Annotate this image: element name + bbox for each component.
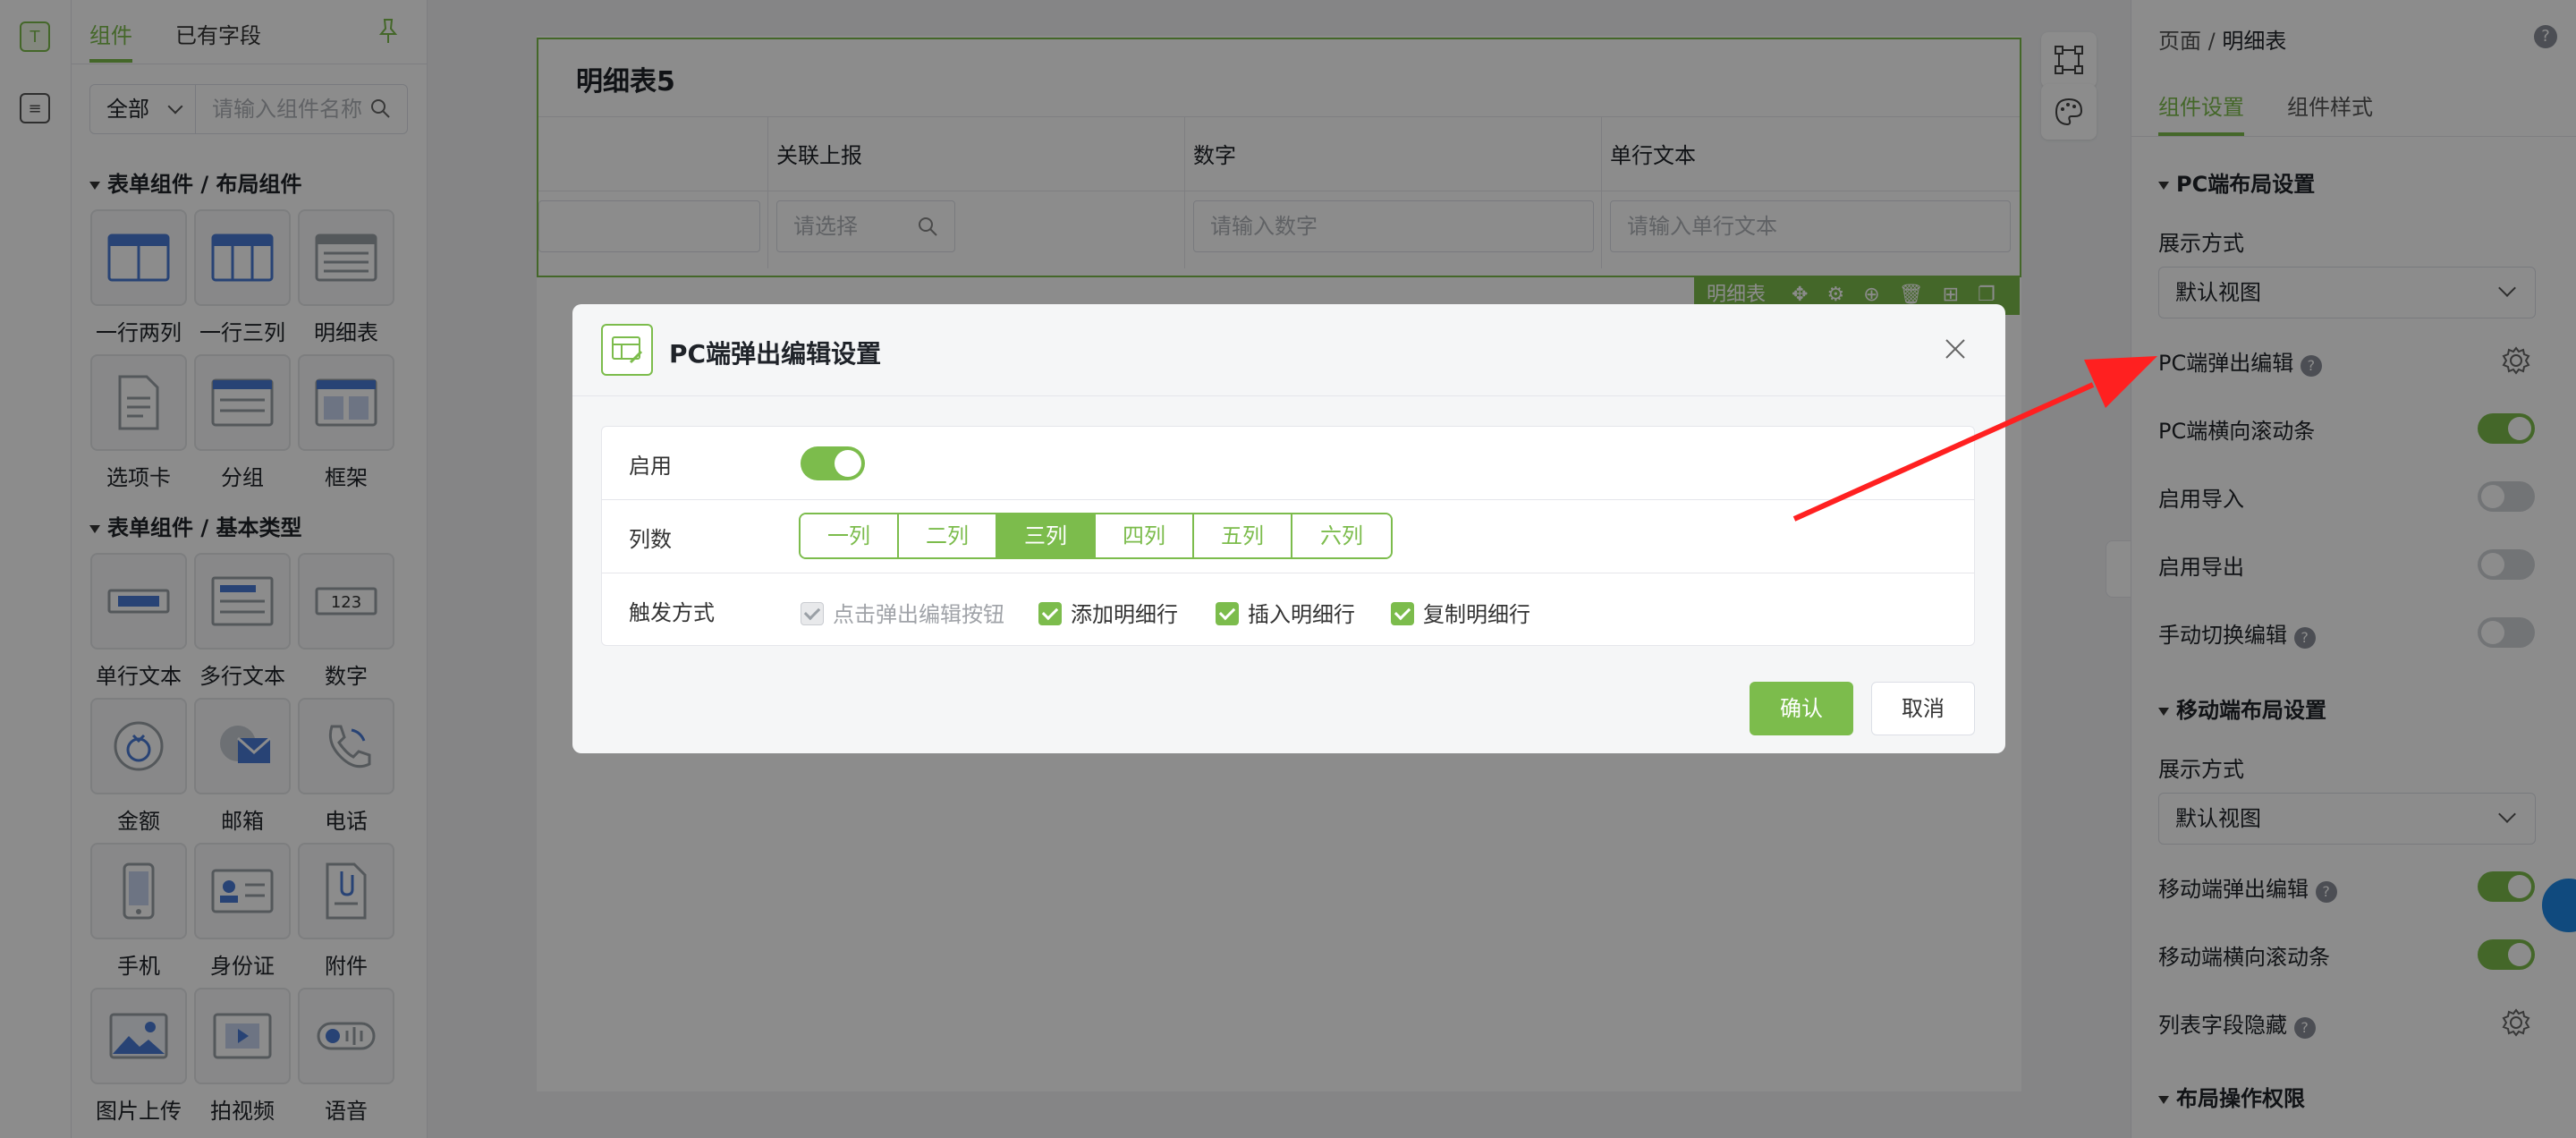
checkbox-checked-icon xyxy=(1038,602,1062,625)
close-icon[interactable] xyxy=(1943,336,1968,361)
table-edit-icon xyxy=(612,336,643,364)
trigger-label: 触发方式 xyxy=(629,600,715,625)
cancel-button[interactable]: 取消 xyxy=(1871,682,1975,735)
column-option-5[interactable]: 五列 xyxy=(1194,514,1292,557)
columns-label: 列数 xyxy=(629,527,672,552)
trigger-insert-row-checkbox[interactable]: 插入明细行 xyxy=(1216,597,1355,628)
enable-toggle[interactable] xyxy=(801,446,865,480)
dialog-form: 启用 列数 一列 二列 三列 四列 五列 六列 触发方式 点击弹出编辑按钮 添加… xyxy=(601,426,1975,646)
column-option-3[interactable]: 三列 xyxy=(997,514,1096,557)
dialog-header-icon xyxy=(601,324,653,376)
column-option-2[interactable]: 二列 xyxy=(899,514,997,557)
dialog-divider xyxy=(572,395,2005,396)
pc-popup-edit-dialog: PC端弹出编辑设置 启用 列数 一列 二列 三列 四列 五列 六列 触发方式 点… xyxy=(572,304,2005,753)
columns-segmented-control: 一列 二列 三列 四列 五列 六列 xyxy=(799,513,1393,559)
trigger-click-button-checkbox[interactable]: 点击弹出编辑按钮 xyxy=(801,597,1004,628)
checkbox-checked-icon xyxy=(801,602,824,625)
dialog-title: PC端弹出编辑设置 xyxy=(669,339,882,369)
checkbox-checked-icon xyxy=(1391,602,1414,625)
row-columns: 列数 一列 二列 三列 四列 五列 六列 xyxy=(602,500,1974,573)
column-option-4[interactable]: 四列 xyxy=(1096,514,1194,557)
column-option-6[interactable]: 六列 xyxy=(1292,514,1391,557)
trigger-copy-row-checkbox[interactable]: 复制明细行 xyxy=(1391,597,1530,628)
row-trigger: 触发方式 点击弹出编辑按钮 添加明细行 插入明细行 复制明细行 xyxy=(602,573,1974,647)
confirm-button[interactable]: 确认 xyxy=(1750,682,1853,735)
checkbox-checked-icon xyxy=(1216,602,1239,625)
trigger-add-row-checkbox[interactable]: 添加明细行 xyxy=(1038,597,1178,628)
row-enable: 启用 xyxy=(602,427,1974,500)
enable-label: 启用 xyxy=(629,454,672,479)
column-option-1[interactable]: 一列 xyxy=(801,514,899,557)
